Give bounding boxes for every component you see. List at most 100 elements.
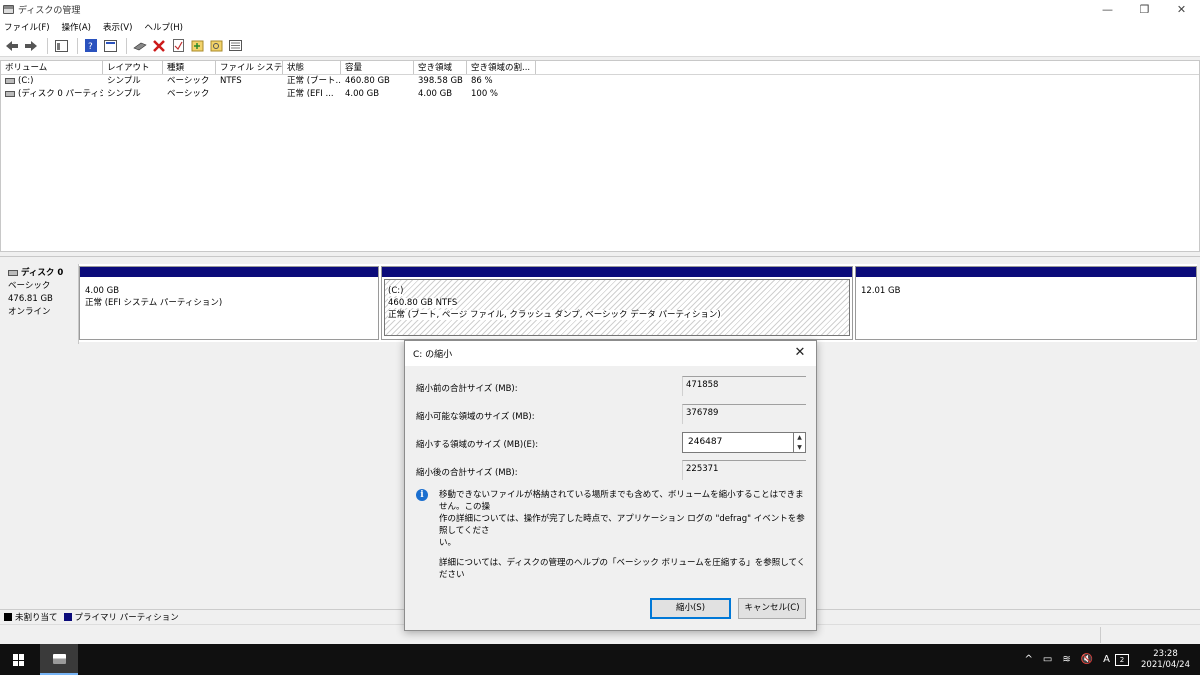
clock-time: 23:28 [1153, 648, 1178, 659]
menu-file[interactable]: ファイル(F) [4, 21, 50, 33]
show-hidden-icons-icon[interactable]: ^ [1024, 654, 1032, 665]
column-capacity[interactable]: 容量 [341, 61, 414, 74]
check-icon[interactable] [170, 38, 186, 54]
partition-status: 正常 (EFI システム パーティション) [85, 298, 223, 308]
partition-bar [382, 267, 852, 277]
label-total-before: 縮小前の合計サイズ (MB): [416, 384, 518, 394]
cell-free-space: 4.00 GB [418, 89, 453, 99]
shrink-amount-stepper[interactable]: ▲ ▼ [794, 432, 806, 453]
column-layout[interactable]: レイアウト [103, 61, 163, 74]
help-icon[interactable]: ? [83, 38, 99, 54]
minimize-button[interactable]: — [1089, 0, 1126, 19]
disk-management-app-icon [3, 5, 14, 14]
shrink-amount-input[interactable]: 246487 [682, 432, 794, 453]
cell-volume: (C:) [18, 76, 34, 86]
back-arrow-icon[interactable] [4, 38, 20, 54]
taskbar: ^ ▭ ≋ 🔇 A 2 23:28 2021/04/24 [0, 644, 1200, 675]
disk-icon [8, 269, 18, 276]
help-reference-text: 詳細については、ディスクの管理のヘルプの「ベーシック ボリュームを圧縮する」を参… [439, 558, 806, 580]
label-total-after: 縮小後の合計サイズ (MB): [416, 468, 518, 478]
value-total-before: 471858 [682, 376, 806, 396]
partition-size: 460.80 GB NTFS [388, 298, 458, 308]
disk-type: ベーシック [8, 281, 51, 291]
disk-0-label[interactable]: ディスク 0 ベーシック 476.81 GB オンライン [3, 264, 79, 344]
column-free-space[interactable]: 空き領域 [414, 61, 467, 74]
cell-free-percent: 86 % [471, 76, 493, 86]
column-status[interactable]: 状態 [283, 61, 341, 74]
title-bar: ディスクの管理 — ❐ ✕ [0, 0, 1200, 19]
column-volume[interactable]: ボリューム [1, 61, 103, 74]
partition-efi[interactable]: 4.00 GB 正常 (EFI システム パーティション) [79, 266, 379, 340]
cell-capacity: 4.00 GB [345, 89, 380, 99]
column-type[interactable]: 種類 [163, 61, 216, 74]
table-row[interactable]: (ディスク 0 パーティショ... シンプル ベーシック 正常 (EFI ...… [1, 88, 1199, 101]
volume-muted-icon[interactable]: 🔇 [1081, 654, 1093, 665]
disk-name: ディスク 0 [21, 268, 64, 278]
cell-layout: シンプル [107, 76, 141, 86]
legend-primary: プライマリ パーティション [74, 613, 179, 623]
cell-volume: (ディスク 0 パーティショ... [18, 89, 103, 99]
partition-unnamed[interactable]: 12.01 GB [855, 266, 1197, 340]
stepper-up-icon[interactable]: ▲ [794, 433, 805, 443]
cell-filesystem: NTFS [220, 76, 242, 86]
cell-status: 正常 (ブート... [287, 76, 341, 86]
disk-status: オンライン [8, 307, 51, 317]
label-available: 縮小可能な領域のサイズ (MB): [416, 412, 535, 422]
action-center-icon[interactable]: 2 [1115, 653, 1129, 666]
list-icon[interactable] [227, 38, 243, 54]
close-window-button[interactable]: ✕ [1163, 0, 1200, 19]
shrink-button[interactable]: 縮小(S) [650, 598, 731, 619]
cell-capacity: 460.80 GB [345, 76, 390, 86]
info-icon: i [416, 489, 428, 501]
dialog-title: C: の縮小 [413, 350, 453, 360]
label-shrink-amount: 縮小する領域のサイズ (MB)(E): [416, 440, 539, 450]
menu-action[interactable]: 操作(A) [62, 21, 91, 33]
value-total-after: 225371 [682, 460, 806, 480]
battery-icon[interactable]: ▭ [1043, 654, 1052, 665]
cell-free-space: 398.58 GB [418, 76, 463, 86]
cell-type: ベーシック [167, 76, 210, 86]
stepper-down-icon[interactable]: ▼ [794, 443, 805, 453]
forward-arrow-icon[interactable] [23, 38, 39, 54]
menu-view[interactable]: 表示(V) [103, 21, 132, 33]
menu-bar: ファイル(F) 操作(A) 表示(V) ヘルプ(H) [0, 19, 1200, 35]
value-available: 376789 [682, 404, 806, 424]
properties-icon[interactable] [102, 38, 118, 54]
input-method-icon[interactable]: A [1103, 654, 1110, 665]
delete-icon[interactable] [151, 38, 167, 54]
table-row[interactable]: (C:) シンプル ベーシック NTFS 正常 (ブート... 460.80 G… [1, 75, 1199, 88]
window-title: ディスクの管理 [18, 6, 81, 16]
partition-size: 4.00 GB [85, 286, 120, 296]
dialog-close-button[interactable]: ✕ [792, 345, 808, 361]
clock-date: 2021/04/24 [1141, 659, 1190, 670]
partition-c[interactable]: (C:) 460.80 GB NTFS 正常 (ブート, ページ ファイル, ク… [381, 266, 853, 340]
taskbar-disk-management-app[interactable] [40, 644, 78, 675]
svg-text:?: ? [88, 42, 93, 52]
shrink-dialog: C: の縮小 ✕ 縮小前の合計サイズ (MB): 471858 縮小可能な領域の… [404, 340, 817, 631]
disk-icon[interactable] [132, 38, 148, 54]
folder-search-icon[interactable] [208, 38, 224, 54]
cell-type: ベーシック [167, 89, 210, 99]
info-message: 移動できないファイルが格納されている場所までも含めて、ボリュームを縮小することは… [439, 490, 805, 548]
primary-swatch [63, 613, 72, 621]
column-free-percent[interactable]: 空き領域の割... [467, 61, 536, 74]
network-icon[interactable]: ≋ [1062, 654, 1070, 665]
volume-list-header: ボリューム レイアウト 種類 ファイル システム 状態 容量 空き領域 空き領域… [1, 61, 1199, 75]
partition-size: 12.01 GB [861, 286, 901, 296]
clock[interactable]: 23:28 2021/04/24 [1141, 649, 1190, 671]
restore-button[interactable]: ❐ [1126, 0, 1163, 19]
folder-add-icon[interactable] [189, 38, 205, 54]
legend-unallocated: 未割り当て [15, 613, 58, 623]
partition-bar [856, 267, 1196, 277]
system-tray: ^ ▭ ≋ 🔇 A 2 23:28 2021/04/24 [1019, 644, 1200, 675]
unallocated-swatch [4, 613, 12, 621]
column-filesystem[interactable]: ファイル システム [216, 61, 283, 74]
partition-name: (C:) [388, 286, 404, 296]
partition-status: 正常 (ブート, ページ ファイル, クラッシュ ダンプ, ベーシック データ … [388, 310, 721, 320]
cell-filesystem [216, 88, 283, 101]
volume-icon [5, 77, 15, 84]
view-icon[interactable] [53, 38, 69, 54]
cancel-button[interactable]: キャンセル(C) [738, 598, 806, 619]
start-button[interactable] [13, 654, 25, 666]
menu-help[interactable]: ヘルプ(H) [144, 21, 183, 33]
